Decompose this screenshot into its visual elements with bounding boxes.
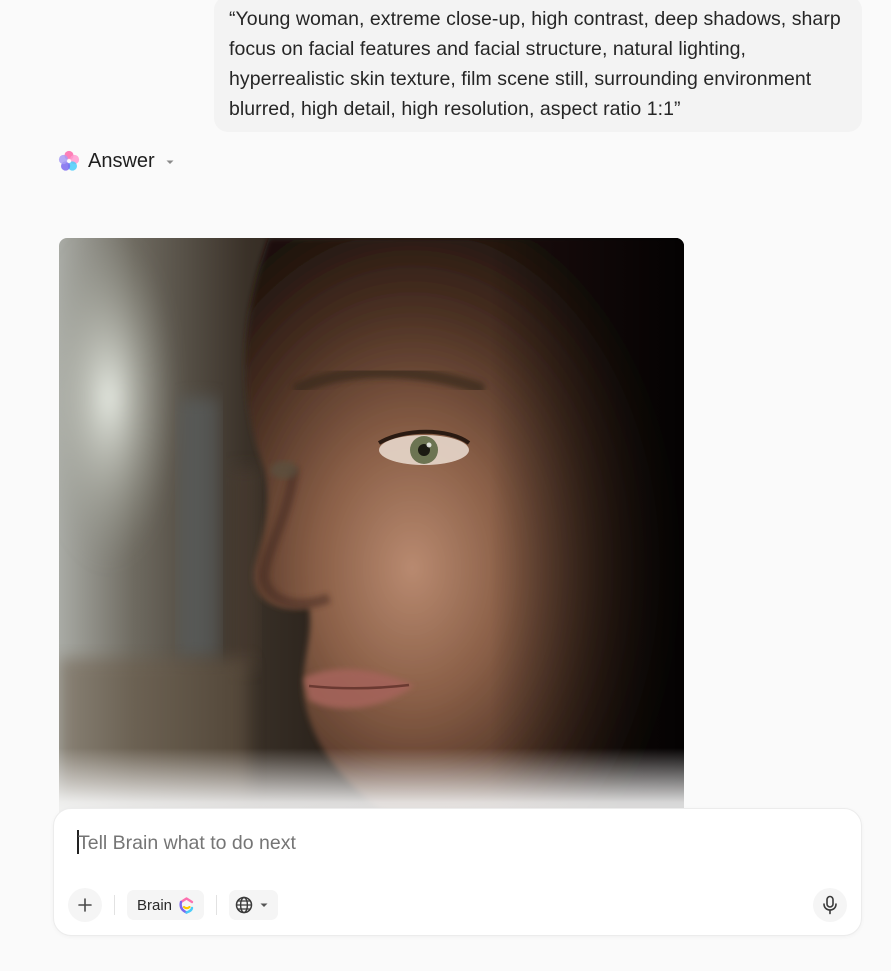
user-message-bubble: “Young woman, extreme close-up, high con… [214, 0, 862, 132]
brain-flower-logo-icon [58, 150, 80, 171]
toolbar-divider [216, 895, 218, 915]
brain-logo-icon [179, 896, 194, 914]
answer-label: Answer [88, 149, 155, 172]
plus-icon [78, 898, 92, 912]
toolbar-divider [114, 895, 115, 915]
caret-down-icon [260, 903, 268, 907]
add-attachment-button[interactable] [68, 888, 102, 922]
composer-toolbar: Brain [68, 888, 279, 922]
caret-down-icon [166, 160, 174, 164]
answer-header[interactable]: Answer [57, 147, 175, 175]
voice-input-button[interactable] [813, 888, 847, 922]
message-composer: Brain [53, 808, 862, 936]
model-selector-button[interactable]: Brain [127, 890, 205, 920]
user-message-text: “Young woman, extreme close-up, high con… [229, 8, 841, 120]
message-input[interactable] [78, 829, 818, 857]
model-label: Brain [137, 896, 173, 914]
chat-page: “Young woman, extreme close-up, high con… [0, 0, 891, 971]
generated-image[interactable] [59, 238, 684, 838]
web-search-toggle[interactable] [229, 890, 279, 920]
globe-icon [235, 896, 253, 914]
microphone-icon [823, 895, 837, 915]
